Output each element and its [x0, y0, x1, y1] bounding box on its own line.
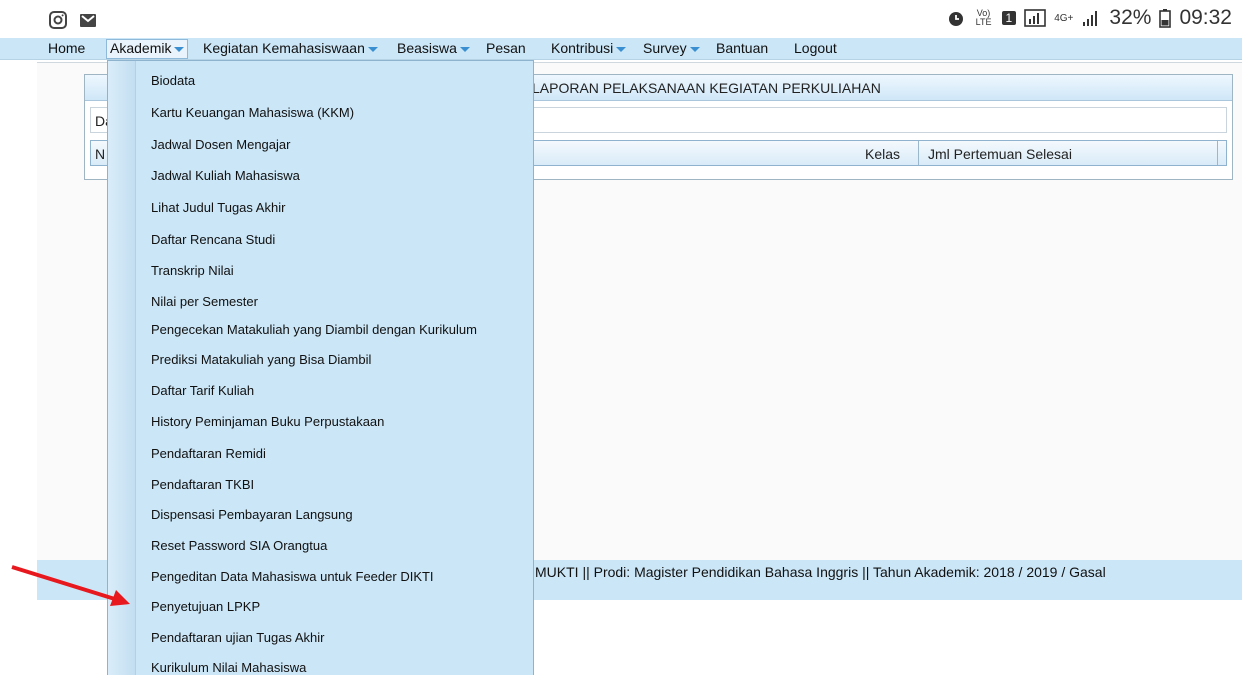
dropdown-item-transkrip[interactable]: Transkrip Nilai: [151, 263, 234, 278]
dropdown-item-rencana-studi[interactable]: Daftar Rencana Studi: [151, 232, 275, 247]
dropdown-item-jadwal-kuliah[interactable]: Jadwal Kuliah Mahasiswa: [151, 168, 300, 183]
menu-kontribusi-label: Kontribusi: [551, 40, 614, 56]
chevron-down-icon: [689, 46, 700, 52]
menu-kegiatan-label: Kegiatan Kemahasiswaan: [203, 40, 365, 56]
menu-kegiatan-kemahasiswaan[interactable]: Kegiatan Kemahasiswaan: [203, 40, 378, 56]
alarm-icon: [948, 12, 963, 26]
main-menubar: Home Akademik Kegiatan Kemahasiswaan Bea…: [0, 38, 1242, 60]
menu-logout[interactable]: Logout: [794, 40, 837, 56]
panel-title-text: LAPORAN PELAKSANAAN KEGIATAN PERKULIAHAN: [532, 80, 881, 96]
column-divider: [918, 141, 919, 165]
dropdown-item-ujian-tugas-akhir[interactable]: Pendaftaran ujian Tugas Akhir: [151, 630, 324, 645]
sim-icon: 1: [1001, 11, 1017, 25]
column-header-kelas: Kelas: [865, 146, 901, 162]
menu-bantuan[interactable]: Bantuan: [716, 40, 768, 56]
clock: 09:32: [1179, 6, 1232, 29]
menu-beasiswa-label: Beasiswa: [397, 40, 457, 56]
menu-survey[interactable]: Survey: [643, 40, 700, 56]
gmail-icon: [80, 14, 96, 27]
menu-home-label: Home: [48, 40, 86, 56]
dropdown-item-judul-tugas-akhir[interactable]: Lihat Judul Tugas Akhir: [151, 200, 285, 215]
menu-beasiswa[interactable]: Beasiswa: [397, 40, 470, 56]
column-divider: [1217, 141, 1218, 165]
red-arrow-annotation: [11, 565, 130, 606]
menu-bantuan-label: Bantuan: [716, 40, 769, 56]
notification-icons: [48, 10, 98, 30]
system-icons: Vo) LTE 1 4G+ 32% 09:32: [946, 6, 1232, 30]
dropdown-item-history-peminjaman[interactable]: History Peminjaman Buku Perpustakaan: [151, 414, 384, 429]
dropdown-item-biodata[interactable]: Biodata: [151, 73, 195, 88]
dropdown-item-feeder-dikti[interactable]: Pengeditan Data Mahasiswa untuk Feeder D…: [151, 569, 434, 584]
signal-icon: [1083, 11, 1098, 26]
menu-logout-label: Logout: [794, 40, 837, 56]
menu-pesan[interactable]: Pesan: [486, 40, 526, 56]
dropdown-item-pendaftaran-tkbi[interactable]: Pendaftaran TKBI: [151, 477, 254, 492]
dropdown-item-dispensasi[interactable]: Dispensasi Pembayaran Langsung: [151, 507, 353, 522]
dropdown-item-nilai-semester[interactable]: Nilai per Semester: [151, 294, 258, 309]
chevron-down-icon: [174, 46, 185, 52]
footer-text: MUKTI || Prodi: Magister Pendidikan Baha…: [535, 564, 1106, 580]
battery-percent: 32%: [1109, 6, 1152, 29]
chevron-down-icon: [367, 46, 378, 52]
akademik-dropdown-menu: Biodata Kartu Keuangan Mahasiswa (KKM) J…: [107, 60, 534, 675]
dropdown-item-pendaftaran-remidi[interactable]: Pendaftaran Remidi: [151, 446, 266, 461]
column-header-jml-pertemuan: Jml Pertemuan Selesai: [928, 146, 1072, 162]
chevron-down-icon: [616, 46, 627, 52]
column-header-no: N: [95, 146, 106, 162]
dropdown-item-tarif-kuliah[interactable]: Daftar Tarif Kuliah: [151, 383, 254, 398]
dropdown-item-reset-password[interactable]: Reset Password SIA Orangtua: [151, 538, 327, 553]
dropdown-item-jadwal-dosen[interactable]: Jadwal Dosen Mengajar: [151, 137, 290, 152]
volte-icon: Vo) LTE: [975, 8, 992, 27]
menu-akademik[interactable]: Akademik: [106, 39, 189, 59]
dropdown-item-penyetujuan-lpkp[interactable]: Penyetujuan LPKP: [151, 599, 260, 614]
chevron-down-icon: [459, 46, 470, 52]
dropdown-item-pengecekan-matakuliah[interactable]: Pengecekan Matakuliah yang Diambil denga…: [151, 322, 477, 337]
dropdown-item-kurikulum-nilai[interactable]: Kurikulum Nilai Mahasiswa: [151, 660, 306, 675]
dropdown-item-prediksi-matakuliah[interactable]: Prediksi Matakuliah yang Bisa Diambil: [151, 352, 371, 367]
network-type: 4G+: [1054, 12, 1074, 24]
menu-survey-label: Survey: [643, 40, 687, 56]
menu-kontribusi[interactable]: Kontribusi: [551, 40, 627, 56]
menu-pesan-label: Pesan: [486, 40, 526, 56]
dropdown-item-kartu-keuangan[interactable]: Kartu Keuangan Mahasiswa (KKM): [151, 105, 354, 120]
menu-home[interactable]: Home: [48, 40, 85, 56]
signal-box-icon: [1024, 9, 1047, 27]
status-bar: Vo) LTE 1 4G+ 32% 09:32: [0, 0, 1242, 40]
instagram-icon: [49, 11, 67, 29]
battery-icon: [1159, 9, 1172, 28]
page: Vo) LTE 1 4G+ 32% 09:32 Home Akademik Ke…: [0, 0, 1242, 675]
menu-akademik-label: Akademik: [110, 40, 172, 56]
